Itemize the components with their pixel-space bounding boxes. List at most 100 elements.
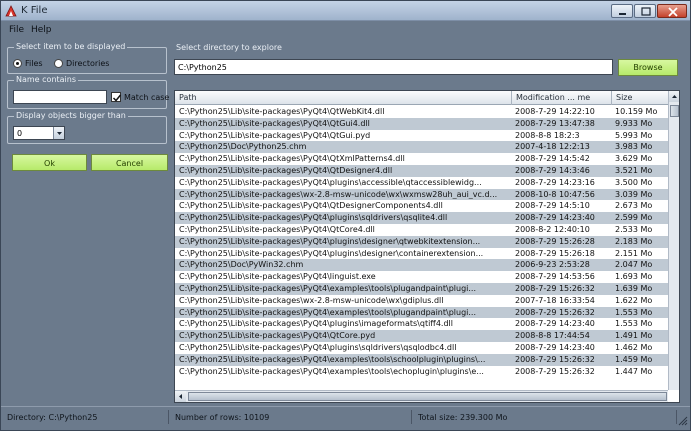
directory-label: Select directory to explore	[176, 43, 282, 52]
status-directory: Directory: C:\Python25	[4, 410, 169, 424]
size-filter-group-title: Display objects bigger than	[14, 111, 128, 120]
table-row[interactable]: C:\Python25\Lib\site-packages\PyQt4\ling…	[175, 271, 668, 283]
cell-modified: 2008-7-29 15:26:28	[515, 236, 595, 246]
cell-size: 1.639 Mo	[615, 283, 653, 293]
cell-path: C:\Python25\Doc\PyWin32.chm	[179, 260, 304, 270]
table-row[interactable]: C:\Python25\Lib\site-packages\PyQt4\QtWe…	[175, 106, 668, 118]
cell-modified: 2008-7-29 13:47:38	[515, 118, 595, 128]
column-divider[interactable]	[511, 91, 512, 105]
table-row[interactable]: C:\Python25\Lib\site-packages\PyQt4\exam…	[175, 282, 668, 295]
display-type-group-title: Select item to be displayed	[14, 42, 128, 51]
cell-size: 9.933 Mo	[615, 118, 653, 128]
column-header-path[interactable]: Path	[179, 93, 197, 102]
app-window: K File File Help Select item to be displ…	[0, 0, 691, 431]
status-row-count: Number of rows: 10109	[172, 410, 412, 424]
min-size-select[interactable]: 0	[13, 126, 65, 140]
browse-button[interactable]: Browse	[618, 59, 678, 76]
table-row[interactable]: C:\Python25\Lib\site-packages\PyQt4\plug…	[175, 177, 668, 189]
match-case-label: Match case	[124, 93, 170, 102]
files-radio[interactable]	[13, 59, 22, 68]
cell-path: C:\Python25\Lib\site-packages\PyQt4\QtGu…	[179, 130, 371, 140]
cell-modified: 2008-7-29 14:23:40	[515, 342, 595, 352]
cell-path: C:\Python25\Doc\Python25.chm	[179, 142, 307, 152]
cell-modified: 2008-7-29 14:5:42	[515, 154, 590, 164]
table-row[interactable]: C:\Python25\Lib\site-packages\PyQt4\QtGu…	[175, 117, 668, 130]
table-row[interactable]: C:\Python25\Lib\site-packages\PyQt4\QtGu…	[175, 130, 668, 142]
cell-modified: 2008-7-29 14:23:40	[515, 213, 595, 223]
title-bar[interactable]: K File	[1, 1, 690, 21]
table-row[interactable]: C:\Python25\Lib\site-packages\wx-2.8-msw…	[175, 188, 668, 201]
table-row[interactable]: C:\Python25\Lib\site-packages\PyQt4\plug…	[175, 342, 668, 354]
cell-path: C:\Python25\Lib\site-packages\PyQt4\QtXm…	[179, 154, 405, 164]
cell-size: 2.673 Mo	[615, 201, 653, 211]
cell-path: C:\Python25\Lib\site-packages\wx-2.8-msw…	[179, 189, 498, 199]
table-row[interactable]: C:\Python25\Doc\PyWin32.chm 2006-9-23 2:5…	[175, 259, 668, 272]
table-row[interactable]: C:\Python25\Lib\site-packages\PyQt4\plug…	[175, 248, 668, 260]
table-row[interactable]: C:\Python25\Lib\site-packages\PyQt4\QtDe…	[175, 200, 668, 212]
cell-size: 2.533 Mo	[615, 224, 653, 234]
table-row[interactable]: C:\Python25\Lib\site-packages\PyQt4\QtDe…	[175, 164, 668, 177]
table-row[interactable]: C:\Python25\Lib\site-packages\PyQt4\plug…	[175, 235, 668, 248]
cell-modified: 2008-7-29 14:3:46	[515, 165, 590, 175]
table-row[interactable]: C:\Python25\Lib\site-packages\PyQt4\plug…	[175, 212, 668, 224]
close-icon	[668, 7, 678, 17]
table-row[interactable]: C:\Python25\Lib\site-packages\PyQt4\QtCo…	[175, 224, 668, 236]
cell-size: 5.993 Mo	[615, 130, 653, 140]
status-total-size: Total size: 239.300 Mo	[415, 410, 677, 424]
scroll-left-icon[interactable]	[175, 391, 186, 402]
cell-modified: 2007-4-18 12:2:13	[515, 142, 590, 152]
cell-size: 1.622 Mo	[615, 295, 653, 305]
files-table: Path Modification ... me Size C:\Python2…	[174, 90, 680, 403]
vertical-scrollbar[interactable]	[668, 91, 679, 390]
table-row[interactable]: C:\Python25\Lib\site-packages\PyQt4\exam…	[175, 306, 668, 319]
cell-modified: 2008-7-29 14:23:16	[515, 177, 595, 187]
close-button[interactable]	[657, 4, 687, 18]
horizontal-scrollbar[interactable]	[175, 390, 668, 402]
cancel-button[interactable]: Cancel	[91, 154, 168, 171]
cell-path: C:\Python25\Lib\site-packages\PyQt4\QtCo…	[179, 331, 376, 341]
menu-file[interactable]: File	[9, 25, 24, 35]
cell-modified: 2008-7-29 14:22:10	[515, 107, 595, 116]
horizontal-scroll-thumb[interactable]	[188, 392, 667, 401]
column-header-modification[interactable]: Modification ... me	[516, 93, 590, 102]
cell-path: C:\Python25\Lib\site-packages\PyQt4\QtDe…	[179, 165, 393, 175]
name-contains-input[interactable]	[13, 90, 107, 104]
cell-size: 3.500 Mo	[615, 177, 653, 187]
column-header-size[interactable]: Size	[616, 93, 632, 102]
cell-size: 2.151 Mo	[615, 248, 653, 258]
scroll-up-icon[interactable]	[669, 91, 679, 102]
menu-help[interactable]: Help	[31, 25, 52, 35]
minimize-button[interactable]	[611, 4, 633, 18]
resize-grip-icon[interactable]	[678, 416, 688, 426]
column-divider[interactable]	[611, 91, 612, 105]
cell-modified: 2008-8-8 18:2:3	[515, 130, 580, 140]
minimize-icon	[619, 13, 626, 15]
table-row[interactable]: C:\Python25\Lib\site-packages\PyQt4\QtCo…	[175, 330, 668, 342]
name-filter-group: Name contains Match case	[7, 75, 170, 109]
cell-modified: 2008-8-8 17:44:54	[515, 331, 590, 341]
chevron-down-icon[interactable]	[53, 127, 64, 139]
table-row[interactable]: C:\Python25\Lib\site-packages\PyQt4\plug…	[175, 318, 668, 330]
cell-modified: 2008-10-8 10:47:56	[515, 189, 595, 199]
maximize-button[interactable]	[634, 4, 656, 18]
vertical-scroll-thumb[interactable]	[670, 105, 679, 117]
directory-input[interactable]: C:\Python25	[174, 59, 613, 75]
filter-panel: Select item to be displayed Files Direct…	[5, 39, 170, 404]
cell-size: 2.047 Mo	[615, 260, 653, 270]
cell-path: C:\Python25\Lib\site-packages\PyQt4\exam…	[179, 307, 476, 317]
table-row[interactable]: C:\Python25\Lib\site-packages\PyQt4\QtXm…	[175, 153, 668, 165]
match-case-checkbox[interactable]	[111, 92, 122, 102]
cell-path: C:\Python25\Lib\site-packages\PyQt4\plug…	[179, 319, 453, 329]
cell-size: 2.183 Mo	[615, 236, 653, 246]
cell-path: C:\Python25\Lib\site-packages\PyQt4\plug…	[179, 248, 484, 258]
cell-path: C:\Python25\Lib\site-packages\PyQt4\exam…	[179, 354, 486, 364]
table-row[interactable]: C:\Python25\Lib\site-packages\PyQt4\exam…	[175, 366, 668, 378]
table-row[interactable]: C:\Python25\Lib\site-packages\PyQt4\exam…	[175, 353, 668, 366]
table-row[interactable]: C:\Python25\Doc\Python25.chm 2007-4-18 12…	[175, 141, 668, 154]
cell-modified: 2008-7-29 14:5:10	[515, 201, 590, 211]
ok-button[interactable]: Ok	[12, 154, 87, 171]
directories-radio[interactable]	[54, 59, 63, 68]
table-row[interactable]: C:\Python25\Lib\site-packages\wx-2.8-msw…	[175, 295, 668, 307]
cell-modified: 2006-9-23 2:53:28	[515, 260, 590, 270]
cell-size: 3.629 Mo	[615, 154, 653, 164]
